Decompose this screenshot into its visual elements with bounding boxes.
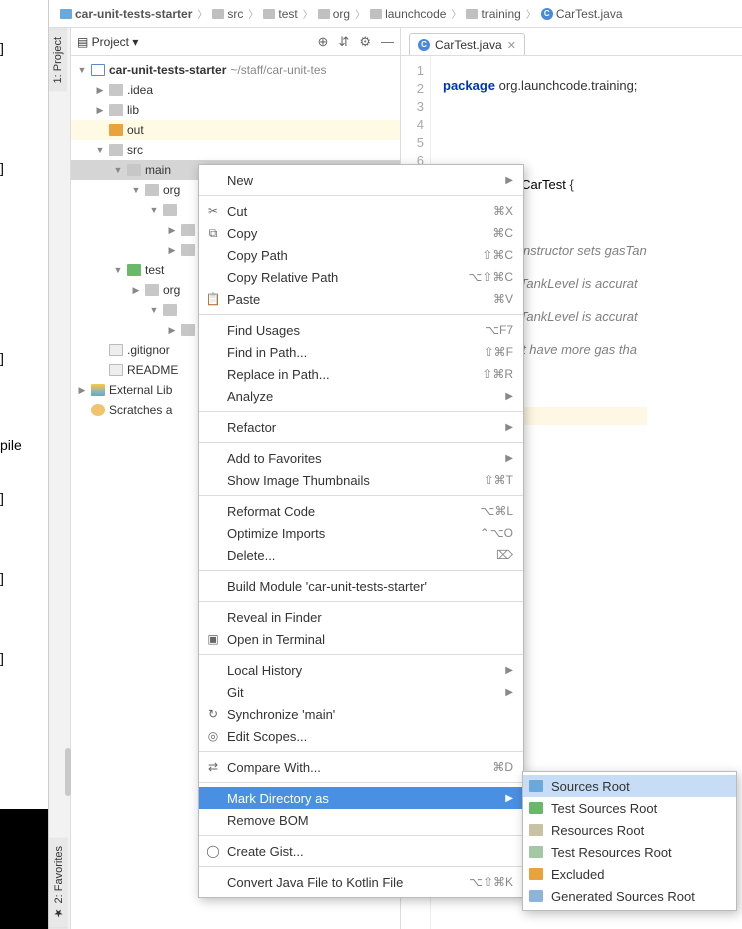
tree-root[interactable]: ▼car-unit-tests-starter~/staff/car-unit-…	[71, 60, 400, 80]
gear-icon[interactable]: ⚙	[359, 34, 371, 50]
menu-item[interactable]: Mark Directory as▶	[199, 787, 523, 809]
menu-item[interactable]: Show Image Thumbnails⇧⌘T	[199, 469, 523, 491]
crumb[interactable]: CCarTest.java	[538, 6, 626, 22]
class-icon: C	[418, 39, 430, 51]
menu-item[interactable]: Refactor▶	[199, 416, 523, 438]
crumb[interactable]: car-unit-tests-starter	[57, 6, 195, 22]
crumb[interactable]: src	[209, 6, 246, 22]
close-icon[interactable]: ✕	[507, 39, 516, 52]
menu-item[interactable]: Replace in Path...⇧⌘R	[199, 363, 523, 385]
tree-row[interactable]: ▼src	[71, 140, 400, 160]
menu-item[interactable]: Git▶	[199, 681, 523, 703]
menu-item[interactable]: Analyze▶	[199, 385, 523, 407]
menu-item[interactable]: ↻Synchronize 'main'	[199, 703, 523, 725]
crumb[interactable]: test	[260, 6, 300, 22]
menu-item[interactable]: Reformat Code⌥⌘L	[199, 500, 523, 522]
menu-item[interactable]: ◯Create Gist...	[199, 840, 523, 862]
locate-icon[interactable]: ⊕	[318, 34, 329, 50]
tree-row[interactable]: ▶.idea	[71, 80, 400, 100]
edge-text: pile	[0, 437, 22, 453]
crumb[interactable]: org	[315, 6, 353, 22]
tree-row[interactable]: ▶lib	[71, 100, 400, 120]
menu-item[interactable]: Convert Java File to Kotlin File⌥⇧⌘K	[199, 871, 523, 893]
hide-icon[interactable]: —	[381, 34, 394, 50]
side-tool-strip: 1: Project ★ 2: Favorites	[49, 28, 71, 929]
menu-item[interactable]: ⇄Compare With...⌘D	[199, 756, 523, 778]
menu-item[interactable]: 📋Paste⌘V	[199, 288, 523, 310]
menu-item[interactable]: ⧉Copy⌘C	[199, 222, 523, 244]
mark-directory-submenu: Sources RootTest Sources RootResources R…	[522, 771, 737, 911]
menu-item[interactable]: Copy Path⇧⌘C	[199, 244, 523, 266]
menu-item[interactable]: ▣Open in Terminal	[199, 628, 523, 650]
menu-item[interactable]: Local History▶	[199, 659, 523, 681]
menu-item[interactable]: Find Usages⌥F7	[199, 319, 523, 341]
menu-item[interactable]: Remove BOM	[199, 809, 523, 831]
side-tab-favorites[interactable]: ★ 2: Favorites	[49, 838, 68, 929]
crumb[interactable]: launchcode	[367, 6, 449, 22]
tab-label: CarTest.java	[435, 38, 502, 52]
menu-item[interactable]: Delete...⌦	[199, 544, 523, 566]
submenu-item[interactable]: Generated Sources Root	[523, 885, 736, 907]
menu-item[interactable]: New▶	[199, 169, 523, 191]
project-dropdown[interactable]: ▤ Project ▾	[77, 35, 138, 49]
collapse-icon[interactable]: ⇵	[338, 34, 349, 50]
menu-item[interactable]: Add to Favorites▶	[199, 447, 523, 469]
menu-item[interactable]: Build Module 'car-unit-tests-starter'	[199, 575, 523, 597]
menu-item[interactable]: ◎Edit Scopes...	[199, 725, 523, 747]
crumb[interactable]: training	[463, 6, 523, 22]
breadcrumb: car-unit-tests-starter〉 src〉 test〉 org〉 …	[49, 0, 742, 28]
context-menu: New▶ ✂Cut⌘X⧉Copy⌘CCopy Path⇧⌘CCopy Relati…	[198, 164, 524, 898]
menu-item[interactable]: Reveal in Finder	[199, 606, 523, 628]
submenu-item[interactable]: Resources Root	[523, 819, 736, 841]
menu-item[interactable]: Copy Relative Path⌥⇧⌘C	[199, 266, 523, 288]
submenu-item[interactable]: Test Sources Root	[523, 797, 736, 819]
submenu-item[interactable]: Test Resources Root	[523, 841, 736, 863]
editor-tab[interactable]: C CarTest.java ✕	[409, 33, 525, 55]
menu-item[interactable]: Optimize Imports⌃⌥O	[199, 522, 523, 544]
side-tab-project[interactable]: 1: Project	[49, 28, 67, 91]
menu-item[interactable]: Find in Path...⇧⌘F	[199, 341, 523, 363]
submenu-item[interactable]: Excluded	[523, 863, 736, 885]
menu-item[interactable]: ✂Cut⌘X	[199, 200, 523, 222]
tree-row[interactable]: out	[71, 120, 400, 140]
submenu-item[interactable]: Sources Root	[523, 775, 736, 797]
